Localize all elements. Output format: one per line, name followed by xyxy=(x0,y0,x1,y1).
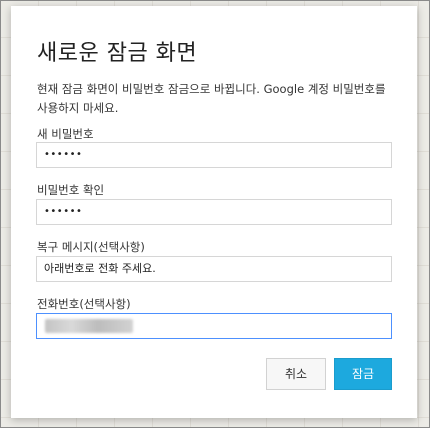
cancel-button[interactable]: 취소 xyxy=(266,358,326,390)
new-password-label: 새 비밀번호 xyxy=(37,127,94,141)
recovery-message-label: 복구 메시지(선택사항) xyxy=(37,240,145,254)
new-password-input[interactable]: •••••• xyxy=(36,142,392,168)
confirm-password-input[interactable]: •••••• xyxy=(36,199,392,225)
lock-button[interactable]: 잠금 xyxy=(334,358,392,390)
recovery-message-input[interactable]: 아래번호로 전화 주세요. xyxy=(36,256,392,282)
phone-number-label: 전화번호(선택사항) xyxy=(37,297,131,311)
confirm-password-label: 비밀번호 확인 xyxy=(37,183,105,197)
dialog-title: 새로운 잠금 화면 xyxy=(37,41,198,66)
dialog-description: 현재 잠금 화면이 비밀번호 잠금으로 바뀝니다. Google 계정 비밀번호… xyxy=(37,82,386,115)
redacted-phone-number xyxy=(45,319,133,333)
new-lock-screen-dialog: 새로운 잠금 화면 현재 잠금 화면이 비밀번호 잠금으로 바뀝니다. Goog… xyxy=(11,6,417,418)
phone-number-input[interactable] xyxy=(36,313,392,339)
